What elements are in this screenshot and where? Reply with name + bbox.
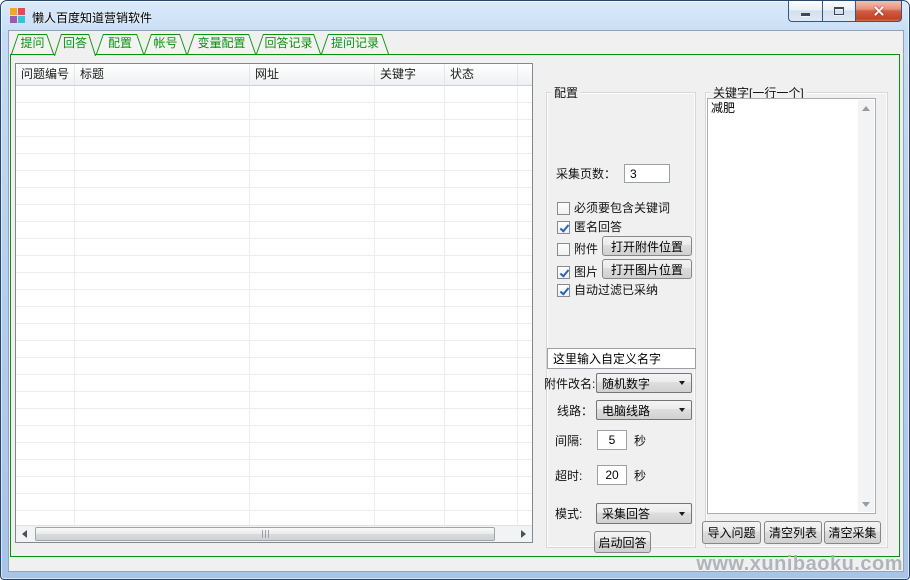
horizontal-scrollbar[interactable] <box>16 525 532 542</box>
scroll-right-arrow[interactable] <box>515 526 532 542</box>
column-header-url[interactable]: 网址 <box>250 64 375 86</box>
line-select[interactable]: 电脑线路 <box>596 400 692 420</box>
timeout-label: 超时: <box>555 469 582 484</box>
timeout-unit-label: 秒 <box>634 469 646 484</box>
questions-table: 问题编号 标题 网址 关键字 状态 <box>15 63 533 543</box>
window-title: 懒人百度知道营销软件 <box>32 9 152 26</box>
minimize-icon <box>801 13 810 16</box>
pages-label: 采集页数： <box>556 167 616 182</box>
arrow-down-icon <box>862 502 870 507</box>
anonymous-answer-label: 匿名回答 <box>574 220 622 235</box>
mode-select[interactable]: 采集回答 <box>596 503 692 524</box>
keywords-group: 关键字[一行一个] 减肥 导入问题 清空列表 清空采集 <box>705 92 888 548</box>
column-header-title[interactable]: 标题 <box>75 64 250 86</box>
arrow-up-icon <box>862 106 870 111</box>
title-bar: 懒人百度知道营销软件 <box>1 1 909 31</box>
grip-icon <box>265 530 266 538</box>
scroll-down-arrow[interactable] <box>858 496 874 512</box>
tab-answer-log[interactable]: 回答记录 <box>256 34 321 54</box>
app-icon <box>10 8 26 24</box>
client-area: 提问 回答 配置 帐号 变量配置 回答记录 提问记录 问题编号 标题 网址 关键… <box>8 30 904 572</box>
image-label: 图片 <box>574 265 598 280</box>
vertical-scrollbar[interactable] <box>858 100 874 512</box>
scroll-up-arrow[interactable] <box>858 100 874 116</box>
line-label: 线路： <box>557 404 593 419</box>
keywords-content: 减肥 <box>711 101 855 116</box>
caption-buttons <box>788 1 902 22</box>
import-questions-button[interactable]: 导入问题 <box>702 521 761 544</box>
column-header-status[interactable]: 状态 <box>445 64 518 86</box>
interval-unit-label: 秒 <box>634 434 646 449</box>
tab-ask-log[interactable]: 提问记录 <box>321 34 389 54</box>
app-window: 懒人百度知道营销软件 提问 回答 配置 帐号 变量配置 回答记录 提问记录 问题… <box>0 0 910 580</box>
clear-collect-button[interactable]: 清空采集 <box>824 521 881 544</box>
column-divider <box>517 86 518 525</box>
clear-list-button[interactable]: 清空列表 <box>764 521 822 544</box>
timeout-input[interactable] <box>597 465 627 485</box>
scroll-left-arrow[interactable] <box>16 526 33 542</box>
rename-label: 附件改名: <box>544 377 595 392</box>
column-divider <box>249 86 250 525</box>
tab-ask[interactable]: 提问 <box>11 34 54 54</box>
image-checkbox[interactable] <box>557 266 570 279</box>
interval-input[interactable] <box>597 430 627 450</box>
config-group-label: 配置 <box>551 84 581 101</box>
column-header-filler <box>518 64 532 86</box>
column-divider <box>444 86 445 525</box>
custom-name-input[interactable] <box>547 348 696 369</box>
open-image-location-button[interactable]: 打开图片位置 <box>602 259 692 279</box>
column-header-keyword[interactable]: 关键字 <box>375 64 445 86</box>
minimize-button[interactable] <box>788 1 822 22</box>
rename-select[interactable]: 随机数字 <box>596 373 692 393</box>
scrollbar-thumb[interactable] <box>35 527 495 541</box>
mode-label: 模式: <box>555 507 582 522</box>
filter-accepted-label: 自动过滤已采纳 <box>574 283 658 298</box>
chevron-down-icon <box>679 512 685 516</box>
column-divider <box>374 86 375 525</box>
tab-answer[interactable]: 回答 <box>54 34 96 56</box>
pages-input[interactable] <box>624 164 670 183</box>
arrow-left-icon <box>22 530 27 538</box>
table-body-empty <box>16 86 532 525</box>
config-group: 配置 采集页数： 必须要包含关键词 匿名回答 附件 打开附件位置 图片 打开图片… <box>546 92 696 548</box>
open-attachment-location-button[interactable]: 打开附件位置 <box>602 236 692 256</box>
answer-tab-page: 问题编号 标题 网址 关键字 状态 <box>10 54 900 557</box>
interval-label: 间隔: <box>555 434 582 449</box>
maximize-button[interactable] <box>822 1 856 22</box>
anonymous-answer-checkbox[interactable] <box>557 221 570 234</box>
require-keyword-checkbox[interactable] <box>557 202 570 215</box>
filter-accepted-checkbox[interactable] <box>557 284 570 297</box>
attachment-label: 附件 <box>574 242 598 257</box>
tab-variable-config[interactable]: 变量配置 <box>187 34 256 54</box>
tab-account[interactable]: 帐号 <box>144 34 187 54</box>
arrow-right-icon <box>521 530 526 538</box>
attachment-checkbox[interactable] <box>557 243 570 256</box>
column-header-question-id[interactable]: 问题编号 <box>16 64 75 86</box>
chevron-down-icon <box>679 381 685 385</box>
tab-config[interactable]: 配置 <box>96 34 144 54</box>
close-icon <box>873 5 885 17</box>
start-answering-button[interactable]: 启动回答 <box>594 531 651 553</box>
require-keyword-label: 必须要包含关键词 <box>574 201 670 216</box>
close-button[interactable] <box>856 1 902 22</box>
maximize-icon <box>834 7 844 15</box>
chevron-down-icon <box>679 408 685 412</box>
keywords-textarea[interactable]: 减肥 <box>707 98 876 514</box>
column-divider <box>74 86 75 525</box>
table-header: 问题编号 标题 网址 关键字 状态 <box>16 64 532 86</box>
